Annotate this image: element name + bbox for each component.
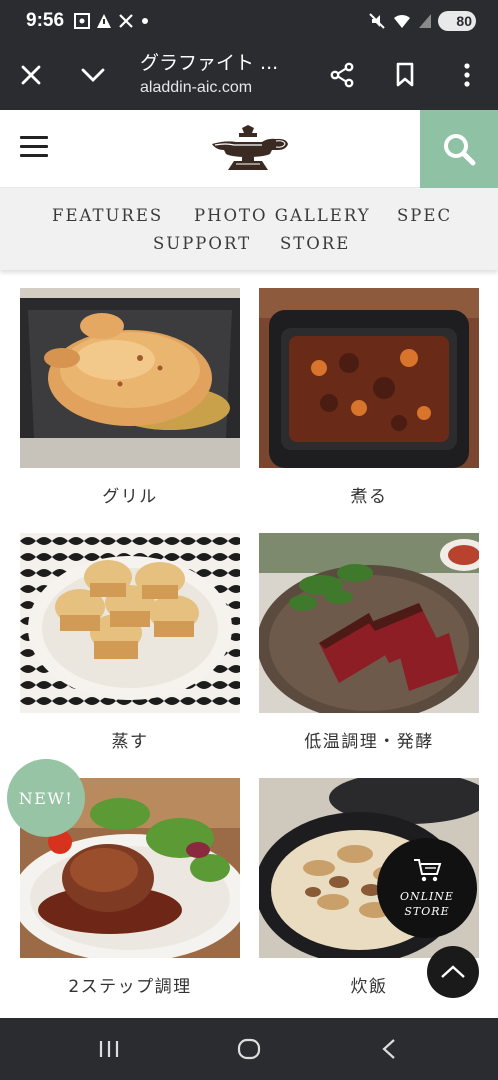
battery-level: 80 bbox=[456, 13, 472, 29]
tile-caption: グリル bbox=[102, 487, 158, 507]
back-to-top-button[interactable] bbox=[427, 946, 479, 998]
expand-button[interactable] bbox=[73, 55, 113, 95]
steam-muffins-image bbox=[20, 533, 240, 713]
browser-page-title[interactable]: グラファイト ... bbox=[140, 48, 278, 75]
site-header bbox=[0, 110, 498, 188]
wifi-icon bbox=[394, 14, 410, 28]
screenshot-icon bbox=[74, 13, 90, 29]
back-icon bbox=[382, 1039, 395, 1059]
more-options-button[interactable] bbox=[447, 55, 487, 95]
chevron-down-icon bbox=[81, 68, 105, 82]
close-icon bbox=[21, 65, 41, 85]
signal-icon bbox=[419, 14, 431, 28]
online-store-button[interactable]: ONLINE STORE bbox=[377, 838, 477, 938]
simmer-stew-image bbox=[259, 288, 479, 468]
back-button[interactable] bbox=[369, 1034, 409, 1064]
android-navigation-bar bbox=[0, 1018, 498, 1080]
tile-grill[interactable]: グリル bbox=[20, 288, 240, 507]
status-time: 9:56 bbox=[26, 10, 65, 31]
recent-apps-icon bbox=[99, 1041, 119, 1057]
status-right-icons: 80 bbox=[368, 11, 476, 31]
battery-icon: 80 bbox=[438, 11, 476, 31]
more-vert-icon bbox=[464, 63, 470, 87]
search-button[interactable] bbox=[420, 110, 498, 188]
lamp-logo-icon bbox=[212, 125, 288, 170]
bookmark-button[interactable] bbox=[385, 55, 425, 95]
tile-caption: 低温調理・発酵 bbox=[304, 732, 434, 752]
x-app-icon bbox=[119, 14, 133, 28]
share-button[interactable] bbox=[322, 55, 362, 95]
status-bar: 9:56 80 bbox=[0, 0, 498, 40]
menu-icon[interactable] bbox=[20, 136, 48, 160]
bookmark-icon bbox=[396, 62, 414, 87]
home-button[interactable] bbox=[229, 1034, 269, 1064]
new-badge: NEW! bbox=[7, 759, 85, 837]
tile-caption: 蒸す bbox=[111, 732, 149, 752]
recent-apps-button[interactable] bbox=[89, 1034, 129, 1064]
online-store-label-2: STORE bbox=[404, 905, 450, 918]
status-left-icons bbox=[74, 13, 150, 29]
aladdin-lamp-logo[interactable] bbox=[206, 124, 292, 174]
search-icon bbox=[444, 134, 476, 166]
tile-caption: 2ステップ調理 bbox=[68, 977, 192, 997]
grill-chicken-image bbox=[20, 288, 240, 468]
nav-features[interactable]: FEATURES bbox=[52, 206, 163, 225]
triangle-alert-icon bbox=[97, 14, 111, 28]
tile-simmer[interactable]: 煮る bbox=[259, 288, 479, 507]
low-temp-beef-image bbox=[259, 533, 479, 713]
nav-support[interactable]: SUPPORT bbox=[153, 234, 251, 253]
mute-icon bbox=[369, 13, 385, 29]
cart-icon bbox=[414, 859, 442, 882]
share-icon bbox=[330, 62, 354, 88]
close-tab-button[interactable] bbox=[11, 55, 51, 95]
online-store-label-1: ONLINE bbox=[400, 890, 454, 903]
nav-spec[interactable]: SPEC bbox=[397, 206, 452, 225]
dot-icon bbox=[142, 18, 148, 24]
browser-url[interactable]: aladdin-aic.com bbox=[140, 79, 252, 97]
tile-low-temp[interactable]: 低温調理・発酵 bbox=[259, 533, 479, 752]
browser-toolbar: グラファイト ... aladdin-aic.com bbox=[0, 40, 498, 110]
nav-store[interactable]: STORE bbox=[280, 234, 350, 253]
tile-steam[interactable]: 蒸す bbox=[20, 533, 240, 752]
site-navigation: FEATURES PHOTO GALLERY SPEC SUPPORT STOR… bbox=[0, 188, 498, 270]
tile-caption: 煮る bbox=[350, 487, 388, 507]
home-icon bbox=[237, 1038, 261, 1060]
nav-photo-gallery[interactable]: PHOTO GALLERY bbox=[194, 206, 371, 225]
chevron-up-icon bbox=[441, 965, 465, 978]
